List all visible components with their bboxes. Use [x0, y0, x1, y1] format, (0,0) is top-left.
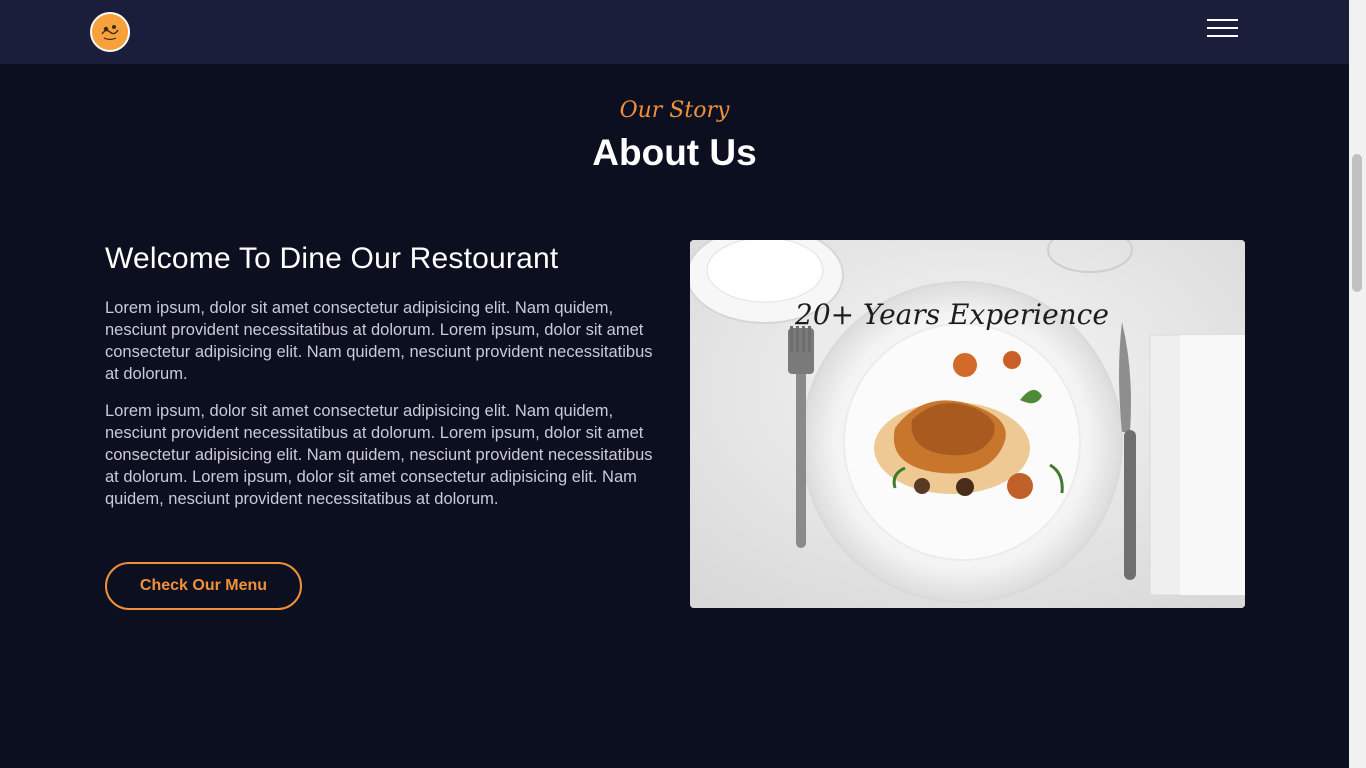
image-caption: 20+ Years Experience: [794, 298, 1109, 331]
chef-logo-icon[interactable]: [90, 12, 130, 52]
hamburger-line: [1207, 19, 1238, 21]
scrollbar-thumb[interactable]: [1352, 154, 1362, 292]
hamburger-line: [1207, 35, 1238, 37]
hamburger-line: [1207, 27, 1238, 29]
page: Our Story About Us Welcome To Dine Our R…: [0, 0, 1366, 768]
about-paragraph: Lorem ipsum, dolor sit amet consectetur …: [105, 299, 653, 383]
about-paragraph: Lorem ipsum, dolor sit amet consectetur …: [105, 402, 653, 508]
section-eyebrow: Our Story: [619, 98, 730, 123]
scrollbar[interactable]: [1349, 0, 1366, 768]
section-title: About Us: [592, 132, 757, 173]
navbar: [0, 0, 1349, 64]
about-section: Our Story About Us Welcome To Dine Our R…: [0, 64, 1349, 768]
dish-photo: 20+ Years Experience: [690, 240, 1245, 608]
about-heading: Welcome To Dine Our Restourant: [105, 242, 559, 275]
hamburger-menu-icon[interactable]: [1207, 19, 1238, 39]
check-menu-button[interactable]: Check Our Menu: [105, 562, 302, 610]
